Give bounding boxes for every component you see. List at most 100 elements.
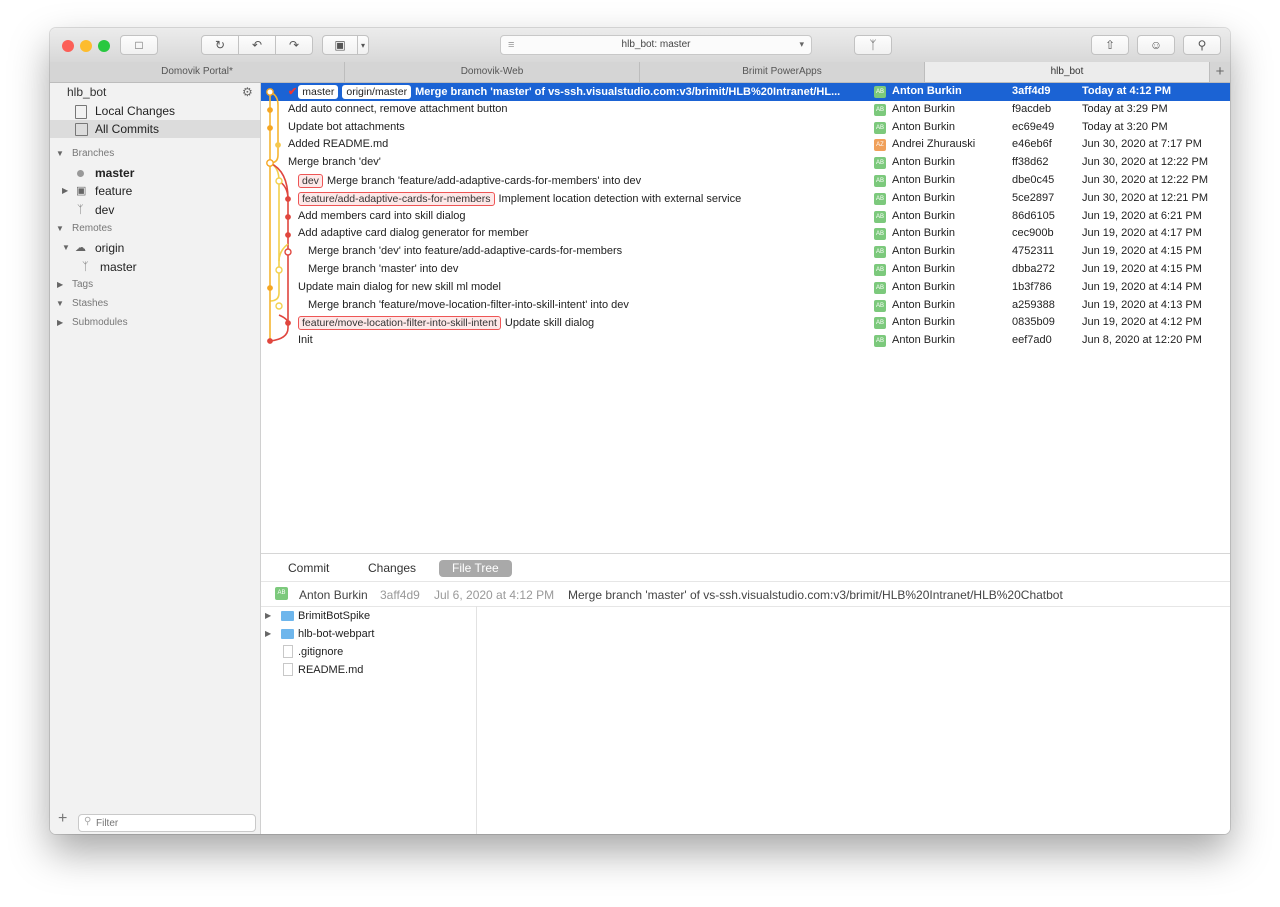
commit-row[interactable]: Merge branch 'dev' AB Anton Burkin ff38d62 J… [261, 154, 1230, 172]
avatar: AB [874, 335, 886, 348]
commit-row[interactable]: Add auto connect, remove attachment butt… [261, 101, 1230, 119]
commit-message-cell: Init [298, 334, 873, 346]
tab-file-tree[interactable]: File Tree [439, 560, 512, 577]
branch-tag-badge[interactable]: dev [298, 174, 323, 188]
new-tab-button[interactable]: + [1209, 62, 1230, 82]
tree-item-folder[interactable]: ▶ hlb-bot-webpart [261, 625, 476, 643]
fetch-button[interactable]: ↻ [201, 35, 239, 55]
commit-author: Anton Burkin [892, 263, 955, 275]
commit-sha: 3aff4d9 [380, 588, 420, 602]
tree-item-file[interactable]: .gitignore [261, 643, 476, 661]
commit-sha: eef7ad0 [1012, 334, 1052, 347]
pull-button[interactable]: ↶ [238, 35, 276, 55]
gear-icon[interactable]: ⚙ [242, 83, 253, 101]
commit-date: Today at 3:20 PM [1082, 120, 1168, 133]
avatar: AB [874, 86, 886, 98]
commit-row[interactable]: feature/add-adaptive-cards-for-members Im… [261, 190, 1230, 208]
tab-brimit-powerapps[interactable]: Brimit PowerApps [640, 62, 925, 82]
sidebar-toggle-button[interactable]: □ [120, 35, 158, 55]
stash-button[interactable]: ▣ [322, 35, 358, 55]
commit-row[interactable]: Merge branch 'dev' into feature/add-adap… [261, 243, 1230, 261]
branch-tag-badge[interactable]: origin/master [342, 85, 412, 99]
chevron-right-icon: ▶ [57, 280, 64, 289]
sidebar-branch-feature[interactable]: ▶ ▣ feature [50, 182, 260, 200]
toolbar: □ ↻ ↶ ↷ ▣ ▾ ≡ hlb_bot: master ▾ ᛉ ⇧ ☺ ⚲ [50, 28, 1230, 63]
add-repo-button[interactable]: + [58, 810, 67, 828]
branch-tag-badge[interactable]: feature/move-location-filter-into-skill-… [298, 316, 501, 331]
search-button[interactable]: ⚲ [1183, 35, 1221, 55]
commit-date: Jun 19, 2020 at 4:15 PM [1082, 245, 1202, 258]
branch-label: feature [95, 184, 133, 198]
commit-row[interactable]: Merge branch 'master' into dev AB Anton Bu… [261, 261, 1230, 279]
merge-icon: ᛉ [869, 38, 877, 52]
commit-row[interactable]: Init AB Anton Burkin eef7ad0 Jun 8, 2020 at … [261, 332, 1230, 350]
share-icon: ⇧ [1104, 38, 1116, 52]
commit-sha: 5ce2897 [1012, 191, 1055, 204]
branch-tag-badge[interactable]: master [298, 85, 339, 99]
chevron-down-icon: ▾ [360, 40, 365, 50]
zoom-window-button[interactable] [98, 40, 110, 52]
sidebar-item-all-commits[interactable]: All Commits [50, 120, 260, 138]
tab-domovik-web[interactable]: Domovik-Web [345, 62, 640, 82]
section-stashes[interactable]: ▼ Stashes [50, 295, 260, 313]
commit-sha: 1b3f786 [1012, 280, 1052, 293]
section-submodules[interactable]: ▶ Submodules [50, 314, 260, 332]
tab-hlb-bot[interactable]: hlb_bot [925, 62, 1210, 82]
close-window-button[interactable] [62, 40, 74, 52]
tab-domovik-portal[interactable]: Domovik Portal* [50, 62, 345, 82]
section-tags[interactable]: ▶ Tags [50, 276, 260, 294]
commit-message-cell: Add members card into skill dialog [298, 210, 873, 222]
branch-label: dev [95, 203, 115, 217]
detail-panel: Commit Changes File Tree AB Anton Burkin… [261, 553, 1230, 834]
filter-input[interactable] [78, 814, 256, 832]
commit-row[interactable]: Add members card into skill dialog AB Anto… [261, 208, 1230, 226]
commit-date: Jun 8, 2020 at 12:20 PM [1082, 334, 1202, 347]
commit-row[interactable]: feature/move-location-filter-into-skill-… [261, 314, 1230, 332]
commit-author: Anton Burkin [299, 588, 368, 602]
emoji-button[interactable]: ☺ [1137, 35, 1175, 55]
section-branches[interactable]: ▼ Branches [50, 145, 260, 163]
commit-row[interactable]: Update main dialog for new skill ml mode… [261, 279, 1230, 297]
push-button[interactable]: ↷ [275, 35, 313, 55]
sidebar-remote-branch-master[interactable]: ᛉ master [50, 258, 260, 276]
commit-row[interactable]: Update bot attachments AB Anton Burkin ec69… [261, 119, 1230, 137]
undo-icon: ↻ [214, 38, 226, 52]
merge-button[interactable]: ᛉ [854, 35, 892, 55]
commit-date: Jun 19, 2020 at 6:21 PM [1082, 209, 1202, 222]
folder-icon [281, 629, 294, 639]
stash-menu-button[interactable]: ▾ [357, 35, 369, 55]
commit-message-cell: Update main dialog for new skill ml mode… [298, 281, 873, 293]
sidebar-item-local-changes[interactable]: Local Changes [50, 102, 260, 120]
commit-date: Today at 4:12 PM [1082, 85, 1172, 97]
commit-author: Anton Burkin [892, 156, 955, 169]
commit-author: Anton Burkin [892, 174, 955, 186]
share-button[interactable]: ⇧ [1091, 35, 1129, 55]
avatar: AZ [874, 139, 886, 152]
commit-sha: 86d6105 [1012, 209, 1055, 222]
chevron-right-icon: ▶ [265, 629, 272, 638]
sidebar-remote-origin[interactable]: ▼ ☁ origin [50, 239, 260, 257]
section-remotes[interactable]: ▼ Remotes [50, 220, 260, 238]
commit-message: Merge branch 'feature/add-adaptive-cards… [326, 175, 642, 187]
commit-author: Anton Burkin [892, 334, 955, 347]
branch-selector[interactable]: ≡ hlb_bot: master ▾ [500, 35, 812, 55]
avatar: AB [275, 587, 288, 600]
commit-author: Anton Burkin [892, 245, 955, 258]
tree-item-folder[interactable]: ▶ BrimitBotSpike [261, 607, 476, 625]
commit-sha: e46eb6f [1012, 138, 1052, 151]
commit-row[interactable]: dev Merge branch 'feature/add-adaptive-ca… [261, 172, 1230, 190]
commit-row[interactable]: Added README.md AZ Andrei Zhurauski e46eb6f… [261, 136, 1230, 154]
commit-message: Merge branch 'master' of vs-ssh.visualst… [415, 86, 841, 98]
tab-changes[interactable]: Changes [355, 560, 429, 577]
commit-row[interactable]: Add adaptive card dialog generator for m… [261, 225, 1230, 243]
sidebar-branch-dev[interactable]: ᛉ dev [50, 201, 260, 219]
tree-item-file[interactable]: README.md [261, 661, 476, 679]
sidebar-branch-master[interactable]: master [50, 164, 260, 182]
minimize-window-button[interactable] [80, 40, 92, 52]
commit-row[interactable]: ✔ master origin/master Merge branch 'maste… [261, 83, 1230, 101]
plus-icon: + [1215, 63, 1225, 80]
commit-row[interactable]: Merge branch 'feature/move-location-filt… [261, 297, 1230, 315]
file-tree: ▶ BrimitBotSpike ▶ hlb-bot-webpart .giti… [261, 606, 477, 834]
tab-commit[interactable]: Commit [275, 560, 342, 577]
branch-tag-badge[interactable]: feature/add-adaptive-cards-for-members [298, 191, 495, 206]
